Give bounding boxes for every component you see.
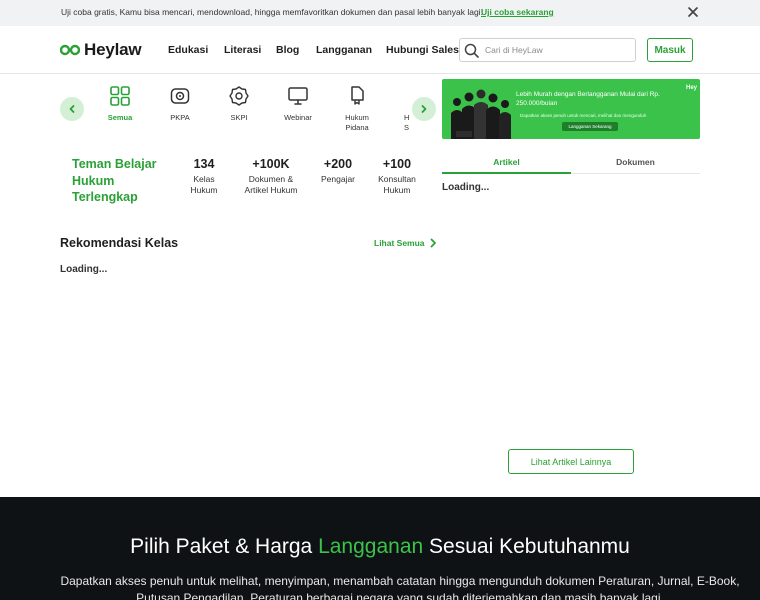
- stat-kelas: 134 Kelas Hukum: [182, 157, 226, 196]
- category-pkpa[interactable]: PKPA: [158, 85, 202, 123]
- category-label: SKPI: [230, 113, 248, 122]
- award-icon: [229, 86, 249, 106]
- see-all-label: Lihat Semua: [374, 238, 425, 248]
- chevron-right-icon: [430, 238, 436, 248]
- tab-dokumen[interactable]: Dokumen: [571, 157, 700, 174]
- chevron-left-icon: [69, 105, 75, 113]
- pricing-description: Dapatkan akses penuh untuk melihat, meny…: [60, 574, 740, 600]
- stat-pengajar: +200 Pengajar: [314, 157, 362, 185]
- category-webinar[interactable]: Webinar: [276, 85, 320, 123]
- document-icon: [351, 86, 364, 105]
- trial-link[interactable]: Uji coba sekarang: [481, 7, 554, 17]
- pricing-title-pre: Pilih Paket & Harga: [130, 535, 319, 558]
- trial-banner: Uji coba gratis, Kamu bisa mencari, mend…: [0, 0, 760, 26]
- logo-text: Heylaw: [84, 40, 142, 59]
- pricing-title-post: Sesuai Kebutuhanmu: [423, 535, 630, 558]
- close-icon[interactable]: [686, 5, 700, 19]
- category-skpi[interactable]: SKPI: [217, 85, 261, 123]
- logo[interactable]: Heylaw: [60, 40, 142, 60]
- stat-value: 134: [193, 157, 215, 171]
- nav-hubungi-sales[interactable]: Hubungi Sales: [386, 44, 459, 56]
- category-partial[interactable]: H S: [396, 85, 410, 132]
- monitor-icon: [288, 87, 308, 105]
- stat-label: Dokumen & Artikel Hukum: [244, 174, 298, 195]
- search-icon: [464, 43, 479, 58]
- promo-subtitle: Dapatkan akses penuh untuk mencari, meli…: [520, 113, 647, 118]
- promo-brand: Hey: [686, 85, 698, 91]
- category-semua[interactable]: Semua: [98, 85, 142, 123]
- category-label: Hukum Pidana: [345, 113, 369, 132]
- stat-label: Kelas Hukum: [190, 174, 218, 195]
- tab-artikel[interactable]: Artikel: [442, 157, 571, 174]
- more-articles-button[interactable]: Lihat Artikel Lainnya: [508, 449, 634, 474]
- login-button[interactable]: Masuk: [647, 38, 693, 62]
- see-all-link[interactable]: Lihat Semua: [374, 238, 437, 248]
- nav-edukasi[interactable]: Edukasi: [168, 44, 208, 56]
- nav-langganan[interactable]: Langganan: [316, 44, 372, 56]
- category-label: H S: [404, 113, 410, 132]
- category-label: PKPA: [170, 113, 190, 122]
- category-label: Webinar: [284, 113, 312, 122]
- logo-icon: [60, 44, 80, 56]
- promo-banner[interactable]: Lebih Murah dengan Berlangganan Mulai da…: [442, 79, 700, 139]
- stat-label: Pengajar: [320, 174, 356, 184]
- pricing-title: Pilih Paket & Harga Langganan Sesuai Keb…: [0, 535, 760, 559]
- recommend-title: Rekomendasi Kelas: [60, 236, 179, 250]
- search-input[interactable]: [485, 42, 630, 58]
- site-header: Heylaw Edukasi Literasi Blog Langganan H…: [0, 26, 760, 74]
- pricing-section: Pilih Paket & Harga Langganan Sesuai Keb…: [0, 497, 760, 600]
- stat-konsultan: +100 Konsultan Hukum: [371, 157, 423, 196]
- nav-literasi[interactable]: Literasi: [224, 44, 261, 56]
- classes-loading: Loading...: [60, 264, 108, 275]
- chevron-right-icon: [421, 105, 427, 113]
- promo-cta-button[interactable]: Langganan Sekarang: [562, 122, 618, 131]
- articles-loading: Loading...: [442, 182, 490, 193]
- stat-value: +200: [323, 157, 353, 171]
- people-illustration: [451, 89, 511, 139]
- carousel-next-button[interactable]: [412, 97, 436, 121]
- badge-icon: [170, 88, 190, 104]
- grid-icon: [110, 86, 130, 106]
- nav-blog[interactable]: Blog: [276, 44, 299, 56]
- tagline: Teman Belajar Hukum Terlengkap: [72, 157, 157, 204]
- banner-text: Uji coba gratis, Kamu bisa mencari, mend…: [61, 7, 483, 17]
- pricing-title-accent: Langganan: [318, 535, 424, 558]
- stat-label: Konsultan Hukum: [378, 174, 416, 195]
- stat-value: +100K: [252, 157, 290, 171]
- stat-dokumen: +100K Dokumen & Artikel Hukum: [237, 157, 305, 196]
- carousel-prev-button[interactable]: [60, 97, 84, 121]
- category-label: Semua: [107, 113, 133, 122]
- stat-value: +100: [382, 157, 412, 171]
- search-box[interactable]: [459, 38, 636, 62]
- category-hukum-pidana[interactable]: Hukum Pidana: [335, 85, 379, 132]
- promo-title: Lebih Murah dengan Berlangganan Mulai da…: [516, 91, 660, 107]
